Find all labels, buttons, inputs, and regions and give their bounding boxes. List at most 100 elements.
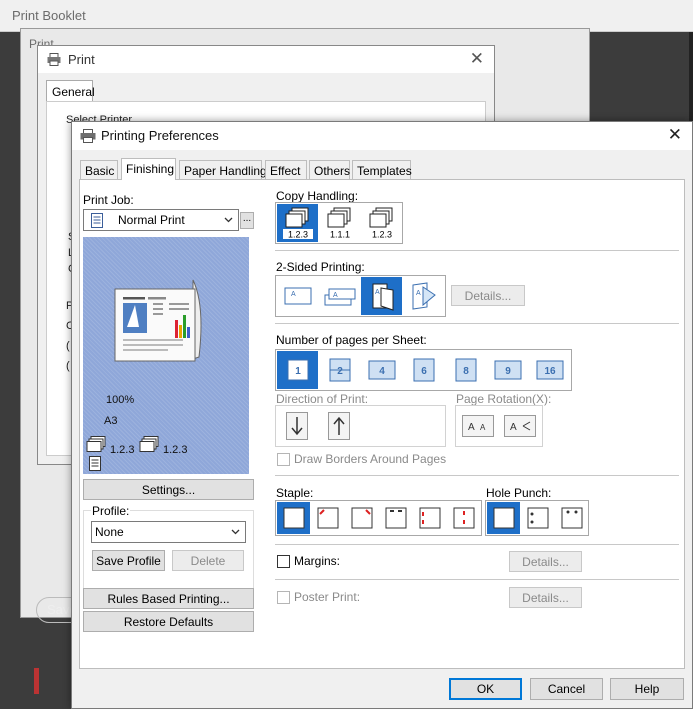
settings-button[interactable]: Settings... — [83, 479, 254, 500]
two-sided-booklet-option[interactable]: A — [403, 277, 444, 315]
red-marker — [34, 668, 39, 694]
hole-punch-label: Hole Punch: — [486, 486, 552, 500]
chevron-down-icon — [224, 217, 233, 223]
copy-handling-rotate-option[interactable]: 1.2.3 — [361, 204, 402, 242]
poster-details-button[interactable]: Details... — [509, 587, 582, 608]
print-job-label: Print Job: — [83, 193, 134, 207]
staple-none-option[interactable] — [277, 502, 310, 534]
preview-copy-order-2: 1.2.3 — [163, 444, 188, 456]
pages-count-text: 1 — [295, 366, 301, 377]
duplex-short-edge-icon: A — [324, 288, 355, 306]
staple-top-left-icon — [317, 507, 338, 529]
profile-select[interactable]: None — [91, 521, 246, 543]
svg-text:A: A — [468, 422, 475, 433]
divider — [275, 323, 679, 324]
hole-punch-none-option[interactable] — [487, 502, 520, 534]
hole-punch-left-option[interactable] — [521, 502, 554, 534]
profile-label: Profile: — [91, 504, 131, 518]
save-profile-button[interactable]: Save Profile — [92, 550, 165, 571]
rotation-rotated-icon: A — [504, 415, 536, 437]
staple-top-left-option[interactable] — [311, 502, 344, 534]
svg-text:A: A — [480, 423, 486, 432]
staple-top-right-option[interactable] — [345, 502, 378, 534]
restore-defaults-button[interactable]: Restore Defaults — [83, 611, 254, 632]
two-sided-off-option[interactable]: A — [277, 277, 318, 315]
print-job-more-button[interactable]: ... — [240, 212, 254, 229]
pages-per-sheet-16-option[interactable]: 16 — [529, 351, 570, 389]
pages-per-sheet-4-option[interactable]: 4 — [361, 351, 402, 389]
hole-punch-top-option[interactable] — [555, 502, 588, 534]
staple-top-dual-option[interactable] — [379, 502, 412, 534]
copy-handling-sort-option[interactable]: 1.2.3 — [277, 204, 318, 242]
copy-order-text: 1.2.3 — [371, 230, 391, 240]
single-sided-icon: A — [284, 287, 311, 305]
copy-order-text: 1.2.3 — [287, 230, 307, 240]
help-button[interactable]: Help — [610, 678, 684, 700]
tab-effect[interactable]: Effect — [265, 160, 307, 180]
ok-button[interactable]: OK — [449, 678, 522, 700]
direction-down-option[interactable] — [282, 407, 312, 445]
printer-icon — [47, 53, 61, 66]
print-job-value: Normal Print — [118, 213, 185, 227]
hole-punch-left-icon — [527, 507, 548, 529]
delete-profile-button[interactable]: Delete — [172, 550, 244, 571]
staple-center-option[interactable] — [447, 502, 480, 534]
copy-handling-group-option[interactable]: 1.1.1 — [319, 204, 360, 242]
pages-per-sheet-1-option[interactable]: 1 — [277, 351, 318, 389]
pages-per-sheet-9-option[interactable]: 9 — [487, 351, 528, 389]
tab-paper-handling[interactable]: Paper Handling — [179, 160, 267, 180]
rules-based-printing-button[interactable]: Rules Based Printing... — [83, 588, 254, 609]
print-booklet-title: Print Booklet — [12, 8, 86, 23]
dialog-titlebar: Printing Preferences ✕ — [72, 122, 692, 150]
pages-per-sheet-2-option[interactable]: 2 — [319, 351, 360, 389]
draw-borders-checkbox[interactable] — [277, 453, 290, 466]
print-window-titlebar: Print ✕ — [38, 46, 494, 73]
divider — [275, 250, 679, 251]
divider — [275, 475, 679, 476]
direction-up-option[interactable] — [324, 407, 354, 445]
rotation-normal-option[interactable]: AA — [459, 407, 497, 445]
draw-borders-label: Draw Borders Around Pages — [294, 452, 447, 466]
page-rotation-label: Page Rotation(X): — [456, 392, 552, 406]
page-rotation-options: AA A — [455, 405, 543, 447]
pages-count-text: 16 — [544, 366, 556, 377]
hole-punch-options — [485, 500, 589, 536]
tab-general[interactable]: General — [46, 80, 95, 102]
pages-per-sheet-options: 1 2 4 6 8 9 16 — [275, 349, 572, 391]
tab-others[interactable]: Others — [309, 160, 350, 180]
poster-print-label: Poster Print: — [294, 590, 361, 604]
rotation-normal-icon: AA — [462, 415, 494, 437]
print-window-title: Print — [68, 52, 95, 67]
hole-punch-top-icon — [561, 507, 582, 529]
staple-left-dual-option[interactable] — [413, 502, 446, 534]
pages-count-text: 2 — [337, 366, 343, 377]
close-icon[interactable]: ✕ — [668, 125, 682, 145]
printer-icon — [80, 129, 96, 143]
pages-per-sheet-8-option[interactable]: 8 — [445, 351, 486, 389]
two-sided-options: A A A A — [275, 275, 446, 317]
preview-paper-size: A3 — [104, 415, 118, 427]
two-sided-long-edge-option[interactable]: A — [361, 277, 402, 315]
tab-basic[interactable]: Basic — [80, 160, 118, 180]
cancel-button[interactable]: Cancel — [530, 678, 603, 700]
print-job-select[interactable]: Normal Print — [83, 209, 239, 231]
tab-templates[interactable]: Templates — [352, 160, 412, 180]
staple-top-right-icon — [351, 507, 372, 529]
poster-print-checkbox[interactable] — [277, 591, 290, 604]
page-8-icon: 8 — [455, 358, 476, 382]
margins-checkbox[interactable] — [277, 555, 290, 568]
pages-per-sheet-6-option[interactable]: 6 — [403, 351, 444, 389]
margins-details-button[interactable]: Details... — [509, 551, 582, 572]
tab-finishing[interactable]: Finishing — [121, 158, 176, 180]
rotation-rotated-option[interactable]: A — [501, 407, 539, 445]
copy-handling-options: 1.2.3 1.1.1 1.2.3 — [275, 202, 403, 244]
copies-icon — [139, 436, 159, 452]
close-icon[interactable]: ✕ — [470, 49, 484, 69]
two-sided-short-edge-option[interactable]: A — [319, 277, 360, 315]
booklet-preview-image — [114, 279, 202, 362]
page-1-icon: 1 — [287, 359, 308, 381]
pages-count-text: 4 — [379, 366, 385, 377]
preview-pane: 100% A3 1.2.3 1.2.3 — [83, 237, 249, 474]
page-icon — [493, 507, 514, 529]
two-sided-details-button[interactable]: Details... — [451, 285, 525, 306]
